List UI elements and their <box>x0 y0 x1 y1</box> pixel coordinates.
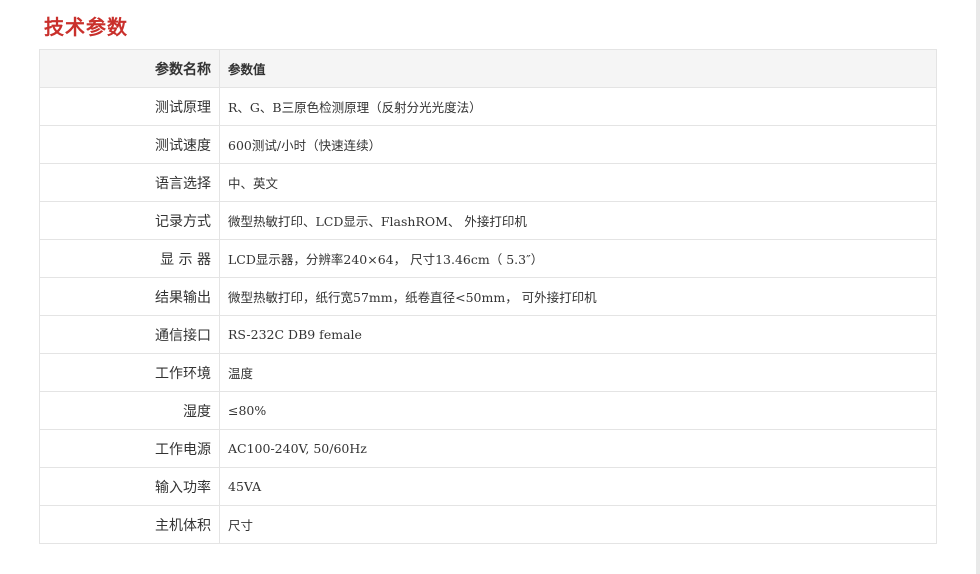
param-value: 温度 <box>219 353 937 392</box>
param-name: 工作环境 <box>39 353 220 392</box>
table-row: 结果输出 微型热敏打印，纸行宽57mm，纸卷直径<50mm， 可外接打印机 <box>39 277 937 316</box>
table-row: 主机体积 尺寸 <box>39 505 937 544</box>
param-name: 工作电源 <box>39 429 220 468</box>
param-name: 测试速度 <box>39 125 220 164</box>
table-header-row: 参数名称 参数值 <box>39 49 937 88</box>
table-row: 记录方式 微型热敏打印、LCD显示、FlashROM、 外接打印机 <box>39 201 937 240</box>
param-value: R、G、B三原色检测原理（反射分光光度法） <box>219 87 937 126</box>
page-right-edge <box>976 0 980 574</box>
table-row: 测试速度 600测试/小时（快速连续） <box>39 125 937 164</box>
table-row: 语言选择 中、英文 <box>39 163 937 202</box>
param-name: 湿度 <box>39 391 220 430</box>
param-name: 记录方式 <box>39 201 220 240</box>
param-name: 主机体积 <box>39 505 220 544</box>
table-row: 通信接口 RS-232C DB9 female <box>39 315 937 354</box>
table-row: 测试原理 R、G、B三原色检测原理（反射分光光度法） <box>39 87 937 126</box>
table-row: 输入功率 45VA <box>39 467 937 506</box>
param-name: 语言选择 <box>39 163 220 202</box>
section-title: 技术参数 <box>44 15 128 39</box>
param-value: ≤80% <box>219 391 937 430</box>
param-name: 通信接口 <box>39 315 220 354</box>
header-param-value: 参数值 <box>219 49 937 88</box>
param-value: LCD显示器，分辨率240×64， 尺寸13.46cm（ 5.3″） <box>219 239 937 278</box>
param-value: 尺寸 <box>219 505 937 544</box>
param-value: 微型热敏打印，纸行宽57mm，纸卷直径<50mm， 可外接打印机 <box>219 277 937 316</box>
param-value: 600测试/小时（快速连续） <box>219 125 937 164</box>
table-row: 显 示 器 LCD显示器，分辨率240×64， 尺寸13.46cm（ 5.3″） <box>39 239 937 278</box>
param-value: 45VA <box>219 467 937 506</box>
header-param-name: 参数名称 <box>39 49 220 88</box>
param-name: 显 示 器 <box>39 239 220 278</box>
tech-params-table: 参数名称 参数值 测试原理 R、G、B三原色检测原理（反射分光光度法） 测试速度… <box>39 49 937 544</box>
table-row: 工作环境 温度 <box>39 353 937 392</box>
table-row: 湿度 ≤80% <box>39 391 937 430</box>
param-value: 微型热敏打印、LCD显示、FlashROM、 外接打印机 <box>219 201 937 240</box>
table-row: 工作电源 AC100-240V, 50/60Hz <box>39 429 937 468</box>
param-name: 测试原理 <box>39 87 220 126</box>
param-value: RS-232C DB9 female <box>219 315 937 354</box>
param-name: 输入功率 <box>39 467 220 506</box>
param-value: AC100-240V, 50/60Hz <box>219 429 937 468</box>
param-value: 中、英文 <box>219 163 937 202</box>
param-name: 结果输出 <box>39 277 220 316</box>
